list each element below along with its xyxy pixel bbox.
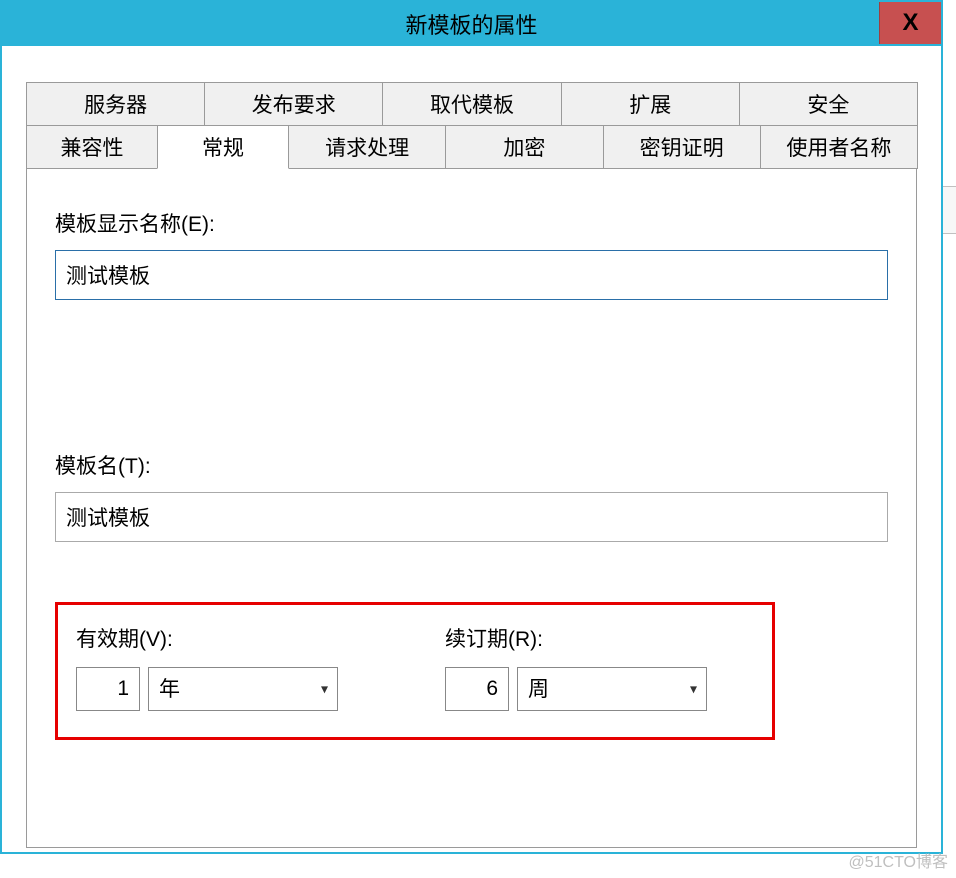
tab-row-bottom: 兼容性 常规 请求处理 加密 密钥证明 使用者名称	[26, 126, 917, 169]
tab-panel-general: 模板显示名称(E): 模板名(T): 有效期(V): 年	[26, 168, 917, 848]
validity-label: 有效期(V):	[76, 623, 385, 653]
validity-unit-select[interactable]: 年	[148, 667, 338, 711]
tab-subject-name[interactable]: 使用者名称	[760, 125, 918, 169]
tab-key-attestation[interactable]: 密钥证明	[603, 125, 761, 169]
display-name-label: 模板显示名称(E):	[55, 208, 888, 238]
validity-group: 有效期(V): 年 ▾	[76, 623, 385, 711]
tab-general[interactable]: 常规	[157, 125, 289, 169]
renewal-group: 续订期(R): 周 ▾	[445, 623, 754, 711]
tab-request-handling[interactable]: 请求处理	[288, 125, 446, 169]
renewal-unit-select[interactable]: 周	[517, 667, 707, 711]
tab-compatibility[interactable]: 兼容性	[26, 125, 158, 169]
renewal-label: 续订期(R):	[445, 623, 754, 653]
content-area: 服务器 发布要求 取代模板 扩展 安全 兼容性 常规 请求处理 加密 密钥证明 …	[2, 46, 941, 848]
tab-server[interactable]: 服务器	[26, 82, 205, 126]
template-name-input[interactable]	[55, 492, 888, 542]
side-strip	[943, 186, 956, 234]
close-button[interactable]: X	[879, 2, 941, 44]
period-highlight-box: 有效期(V): 年 ▾ 续订期(R):	[55, 602, 775, 740]
tab-publish-requirements[interactable]: 发布要求	[204, 82, 383, 126]
renewal-value-input[interactable]	[445, 667, 509, 711]
window-title: 新模板的属性	[405, 8, 537, 40]
tab-cryptography[interactable]: 加密	[445, 125, 603, 169]
titlebar: 新模板的属性 X	[2, 2, 941, 46]
close-icon: X	[902, 9, 918, 37]
tab-supersede-template[interactable]: 取代模板	[382, 82, 561, 126]
display-name-input[interactable]	[55, 250, 888, 300]
tab-security[interactable]: 安全	[739, 82, 918, 126]
dialog-window: 新模板的属性 X 服务器 发布要求 取代模板 扩展 安全 兼容性 常规 请求处理…	[0, 0, 943, 854]
template-name-label: 模板名(T):	[55, 450, 888, 480]
watermark: @51CTO博客	[848, 848, 948, 872]
tab-extensions[interactable]: 扩展	[561, 82, 740, 126]
validity-value-input[interactable]	[76, 667, 140, 711]
tab-row-top: 服务器 发布要求 取代模板 扩展 安全	[26, 82, 917, 126]
